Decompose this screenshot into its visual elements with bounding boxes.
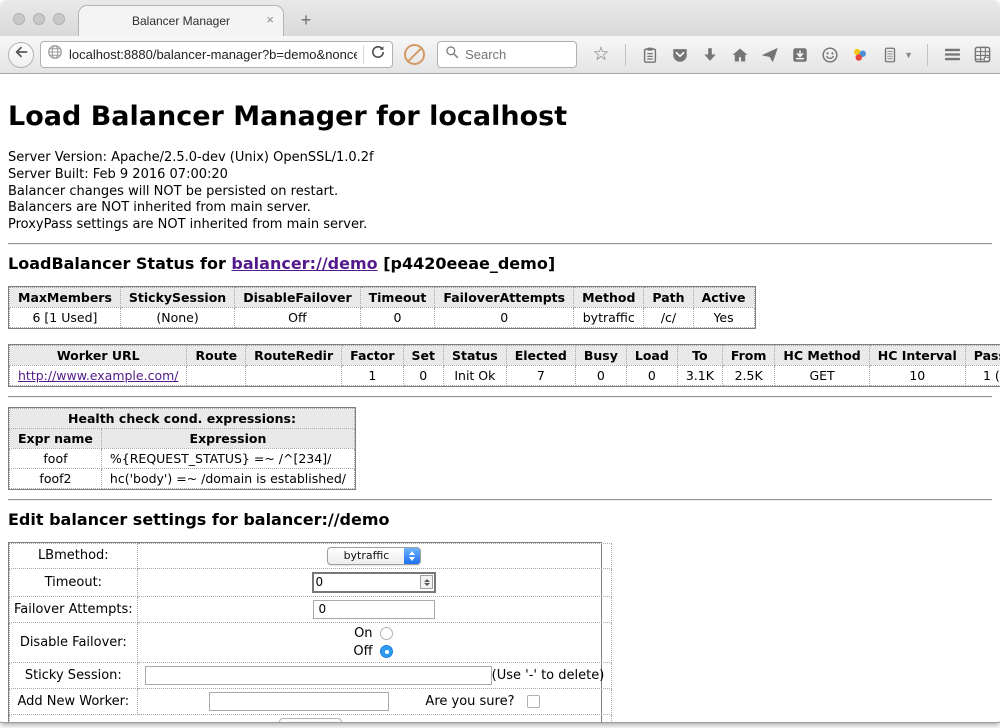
downloads-icon[interactable] <box>700 45 720 65</box>
disable-failover-row: Disable Failover: On Off <box>10 622 612 662</box>
status-heading: LoadBalancer Status for balancer://demo … <box>8 254 992 273</box>
server-info: Server Version: Apache/2.5.0-dev (Unix) … <box>8 150 992 234</box>
balancer-demo-link[interactable]: balancer://demo <box>231 254 377 273</box>
failover-attempts-label: Failover Attempts: <box>10 596 138 622</box>
reload-button[interactable] <box>370 44 386 65</box>
table-row: 6 [1 Used] (None) Off 0 0 bytraffic /c/ … <box>10 307 755 327</box>
table-header-row: MaxMembers StickySession DisableFailover… <box>10 287 755 307</box>
server-built-line: Server Built: Feb 9 2016 07:00:20 <box>8 167 992 184</box>
table-header-row: Worker URL Route RouteRedir Factor Set S… <box>10 345 1000 365</box>
close-window-button[interactable] <box>13 13 25 25</box>
search-bar[interactable] <box>437 41 577 68</box>
browser-window: Balancer Manager × + localhost:8880/bala… <box>0 0 1000 722</box>
page-title: Load Balancer Manager for localhost <box>8 101 992 132</box>
pocket-icon[interactable] <box>670 45 690 65</box>
table-title-row: Health check cond. expressions: <box>10 408 355 428</box>
add-worker-row: Add New Worker: Are you sure? <box>10 688 612 714</box>
tab-title: Balancer Manager <box>132 14 230 28</box>
back-button[interactable] <box>8 42 34 68</box>
inherit-warning-line: Balancers are NOT inherited from main se… <box>8 200 992 217</box>
worker-table: Worker URL Route RouteRedir Factor Set S… <box>8 344 1000 387</box>
proxypass-warning-line: ProxyPass settings are NOT inherited fro… <box>8 217 992 234</box>
timeout-input[interactable] <box>315 575 420 589</box>
sticky-session-label: Sticky Session: <box>10 662 138 688</box>
select-stepper-icon <box>404 548 420 564</box>
disable-failover-label: Disable Failover: <box>10 622 138 662</box>
timeout-row: Timeout: <box>10 568 612 596</box>
edit-settings-heading: Edit balancer settings for balancer://de… <box>8 510 992 529</box>
submit-row: Submit <box>10 714 612 722</box>
feedback-smiley-icon[interactable] <box>820 45 840 65</box>
zoom-window-button[interactable] <box>53 13 65 25</box>
sticky-session-note: (Use '-' to delete) <box>492 668 605 683</box>
color-dots-extension-icon[interactable] <box>850 45 870 65</box>
bookmark-star-icon[interactable]: ☆ <box>591 45 611 65</box>
failover-attempts-input[interactable] <box>313 600 435 619</box>
clipboard-icon[interactable] <box>640 45 660 65</box>
minimize-window-button[interactable] <box>33 13 45 25</box>
table-row: foof %{REQUEST_STATUS} =~ /^[234]/ <box>10 448 355 468</box>
worker-url-link[interactable]: http://www.example.com/ <box>18 368 178 383</box>
navigation-toolbar: localhost:8880/balancer-manager?b=demo&n… <box>0 36 1000 74</box>
content-blocked-icon[interactable] <box>404 44 425 65</box>
confirm-checkbox[interactable] <box>527 695 540 708</box>
save-to-device-icon[interactable] <box>790 45 810 65</box>
toolbar-icons: ☆ <box>591 44 992 66</box>
toolbar-separator <box>927 44 928 66</box>
section-divider <box>8 499 992 501</box>
search-icon <box>445 45 459 64</box>
tab-close-icon[interactable]: × <box>266 13 274 26</box>
failover-attempts-row: Failover Attempts: <box>10 596 612 622</box>
persist-warning-line: Balancer changes will NOT be persisted o… <box>8 184 992 201</box>
new-tab-button[interactable]: + <box>294 8 318 32</box>
globe-icon <box>47 44 63 65</box>
lbmethod-row: LBmethod: bytraffic <box>10 543 612 568</box>
url-bar[interactable]: localhost:8880/balancer-manager?b=demo&n… <box>40 41 393 68</box>
send-tab-icon[interactable] <box>760 45 780 65</box>
section-divider <box>8 243 992 245</box>
tab-bar: Balancer Manager × + <box>0 0 1000 36</box>
home-icon[interactable] <box>730 45 750 65</box>
disable-failover-on-radio[interactable] <box>380 627 393 640</box>
timeout-label: Timeout: <box>10 568 138 596</box>
chevron-down-icon[interactable]: ▼ <box>904 50 913 60</box>
health-check-table: Health check cond. expressions: Expr nam… <box>8 407 356 490</box>
table-row: http://www.example.com/ 1 0 Init Ok 7 0 … <box>10 365 1000 385</box>
confirm-label: Are you sure? <box>425 694 514 709</box>
url-separator <box>363 46 364 64</box>
add-worker-label: Add New Worker: <box>10 688 138 714</box>
toolbar-separator <box>625 44 626 66</box>
section-divider <box>8 396 992 398</box>
submit-button[interactable]: Submit <box>279 718 342 722</box>
on-label: On <box>354 626 372 641</box>
table-header-row: Expr name Expression <box>10 428 355 448</box>
tile-grid-icon[interactable] <box>972 45 992 65</box>
lbmethod-label: LBmethod: <box>10 543 138 568</box>
settings-form: LBmethod: bytraffic Timeout: <box>8 542 602 722</box>
number-spinner-icon[interactable] <box>420 575 433 589</box>
window-controls <box>13 13 65 25</box>
menu-hamburger-icon[interactable] <box>942 45 962 65</box>
url-text: localhost:8880/balancer-manager?b=demo&n… <box>69 47 357 62</box>
add-worker-input[interactable] <box>209 692 389 711</box>
tab-balancer-manager[interactable]: Balancer Manager × <box>78 5 284 36</box>
off-label: Off <box>353 644 372 659</box>
table-row: foof2 hc('body') =~ /domain is establish… <box>10 468 355 488</box>
notes-extension-icon[interactable] <box>880 45 900 65</box>
server-version-line: Server Version: Apache/2.5.0-dev (Unix) … <box>8 150 992 167</box>
sticky-session-input[interactable] <box>145 666 492 685</box>
balancer-status-table: MaxMembers StickySession DisableFailover… <box>8 286 756 329</box>
page-content: Load Balancer Manager for localhost Serv… <box>0 75 1000 722</box>
back-icon <box>13 44 29 65</box>
search-input[interactable] <box>465 47 565 62</box>
timeout-input-wrapper <box>312 572 436 593</box>
sticky-session-row: Sticky Session: (Use '-' to delete) <box>10 662 612 688</box>
disable-failover-off-radio[interactable] <box>380 645 393 658</box>
lbmethod-select[interactable]: bytraffic <box>327 547 421 565</box>
